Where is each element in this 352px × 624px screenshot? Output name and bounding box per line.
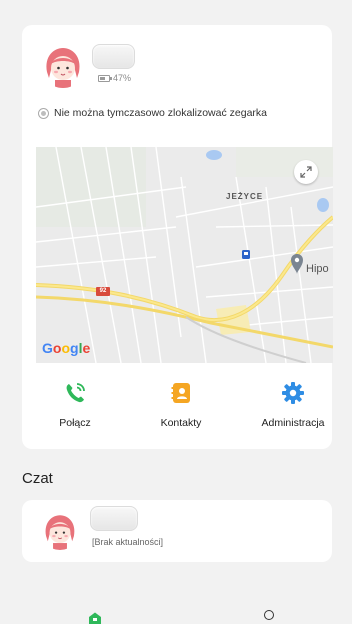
- chat-avatar: [40, 510, 80, 550]
- battery-percent: 47%: [113, 73, 132, 83]
- chat-status-text: [Brak aktualności]: [92, 537, 164, 547]
- call-button[interactable]: Połącz: [30, 381, 120, 429]
- map-tiles: [36, 147, 333, 363]
- road-number-badge: 92: [96, 287, 110, 296]
- call-label: Połącz: [59, 417, 91, 429]
- admin-button[interactable]: Administracja: [248, 381, 338, 429]
- device-card: 47% Nie można tymczasowo zlokalizować ze…: [22, 25, 333, 449]
- map-poi-label: Hipo: [306, 263, 329, 275]
- contacts-button[interactable]: Kontakty: [136, 381, 226, 429]
- contacts-label: Kontakty: [160, 417, 202, 429]
- child-avatar-icon: [40, 42, 86, 88]
- map-district-label: JEŻYCE: [226, 192, 264, 201]
- location-target-icon: [38, 107, 49, 119]
- profile-tab-icon[interactable]: [264, 610, 274, 620]
- admin-label: Administracja: [261, 417, 325, 429]
- battery-status: 47%: [98, 73, 131, 83]
- chat-avatar-icon: [40, 510, 80, 550]
- gear-icon: [282, 382, 304, 404]
- chat-item[interactable]: [Brak aktualności]: [22, 500, 332, 562]
- device-name-pill: [92, 44, 135, 69]
- locate-message-row: Nie można tymczasowo zlokalizować zegark…: [38, 107, 267, 119]
- map-expand-button[interactable]: [294, 160, 318, 184]
- child-avatar[interactable]: [40, 42, 86, 88]
- phone-icon: [66, 383, 85, 403]
- chat-name-pill: [90, 506, 138, 531]
- chat-section-title: Czat: [22, 470, 53, 487]
- contacts-book-icon: [171, 383, 190, 403]
- battery-fill: [100, 76, 105, 80]
- home-tab-icon[interactable]: [88, 612, 102, 624]
- screen: 47% Nie można tymczasowo zlokalizować ze…: [0, 0, 352, 624]
- expand-icon: [300, 166, 312, 178]
- google-logo: Google: [42, 340, 91, 356]
- location-map[interactable]: JEŻYCE Hipo 92 Google: [36, 147, 333, 363]
- battery-icon: [98, 74, 112, 82]
- locate-message: Nie można tymczasowo zlokalizować zegark…: [54, 107, 267, 119]
